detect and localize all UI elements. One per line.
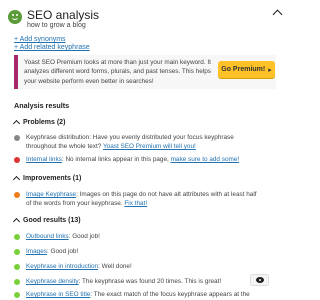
keyphrase-density-link[interactable]: Keyphrase density xyxy=(26,278,79,285)
list-item: Keyphrase in introduction: Well done! xyxy=(14,262,274,272)
highlight-toggle-button[interactable] xyxy=(250,274,269,286)
improvements-section-toggle[interactable]: Improvements (1) xyxy=(12,175,82,184)
list-item: Keyphrase density: The keyphrase was fou… xyxy=(14,277,274,287)
analysis-results-heading: Analysis results xyxy=(14,101,70,110)
green-bullet-icon xyxy=(14,249,20,255)
grey-bullet-icon xyxy=(14,135,20,141)
chevron-up-icon xyxy=(12,119,21,128)
premium-promo-box: Yoast SEO Premium looks at more than jus… xyxy=(14,55,276,89)
smiley-face-icon xyxy=(8,10,22,24)
keyphrase-in-seo-title-link[interactable]: Keyphrase in SEO title xyxy=(26,291,90,298)
list-item: Keyphrase in SEO title: The exact match … xyxy=(14,290,274,300)
list-item: Outbound links: Good job! xyxy=(14,232,274,242)
internal-links-link[interactable]: Internal links xyxy=(26,156,62,163)
chevron-up-icon xyxy=(12,175,21,184)
caret-right-icon: ▸ xyxy=(268,66,272,74)
list-item: Internal links: No internal links appear… xyxy=(14,155,274,165)
list-item: Images: Good job! xyxy=(14,247,274,257)
chevron-up-icon xyxy=(12,217,21,226)
list-item: Keyphrase distribution: Have you evenly … xyxy=(14,133,274,151)
outbound-links-link[interactable]: Outbound links xyxy=(26,233,69,240)
go-premium-label: Go Premium! xyxy=(221,66,266,73)
add-synonyms-link[interactable]: + Add synonyms xyxy=(14,36,66,43)
orange-bullet-icon xyxy=(14,192,20,198)
add-some-link[interactable]: make sure to add some! xyxy=(171,156,240,163)
result-text: : No internal links appear in this page, xyxy=(61,156,171,163)
add-related-keyphrase-link[interactable]: + Add related keyphrase xyxy=(14,44,90,51)
image-keyphrase-link[interactable]: Image Keyphrase xyxy=(26,191,76,198)
panel-subtitle: how to grow a blog xyxy=(27,22,86,29)
fix-that-link[interactable]: Fix that! xyxy=(124,200,147,207)
list-item: Image Keyphrase: Images on this page do … xyxy=(14,190,274,208)
promo-text: Yoast SEO Premium looks at more than jus… xyxy=(24,59,211,85)
yoast-premium-link[interactable]: Yoast SEO Premium will tell you! xyxy=(103,143,196,150)
go-premium-button[interactable]: Go Premium! ▸ xyxy=(218,61,275,78)
seo-analysis-panel-header[interactable]: SEO analysis how to grow a blog xyxy=(0,0,289,34)
green-bullet-icon xyxy=(14,279,20,285)
result-text: : The keyphrase was found 20 times. This… xyxy=(78,278,222,285)
green-bullet-icon xyxy=(14,234,20,240)
panel-title: SEO analysis xyxy=(27,8,100,22)
good-results-section-label: Good results (13) xyxy=(23,217,81,224)
result-text: : Well done! xyxy=(98,263,132,270)
red-bullet-icon xyxy=(14,157,20,163)
chevron-up-icon[interactable] xyxy=(272,9,283,20)
problems-section-label: Problems (2) xyxy=(23,119,66,126)
images-link[interactable]: Images xyxy=(26,248,47,255)
problems-section-toggle[interactable]: Problems (2) xyxy=(12,119,66,128)
improvements-section-label: Improvements (1) xyxy=(23,175,82,182)
green-bullet-icon xyxy=(14,264,20,270)
result-text: : Good job! xyxy=(46,248,79,255)
result-text: : Good job! xyxy=(68,233,100,240)
keyphrase-in-introduction-link[interactable]: Keyphrase in introduction xyxy=(26,263,98,270)
good-results-section-toggle[interactable]: Good results (13) xyxy=(12,217,81,226)
green-bullet-icon xyxy=(14,292,20,298)
